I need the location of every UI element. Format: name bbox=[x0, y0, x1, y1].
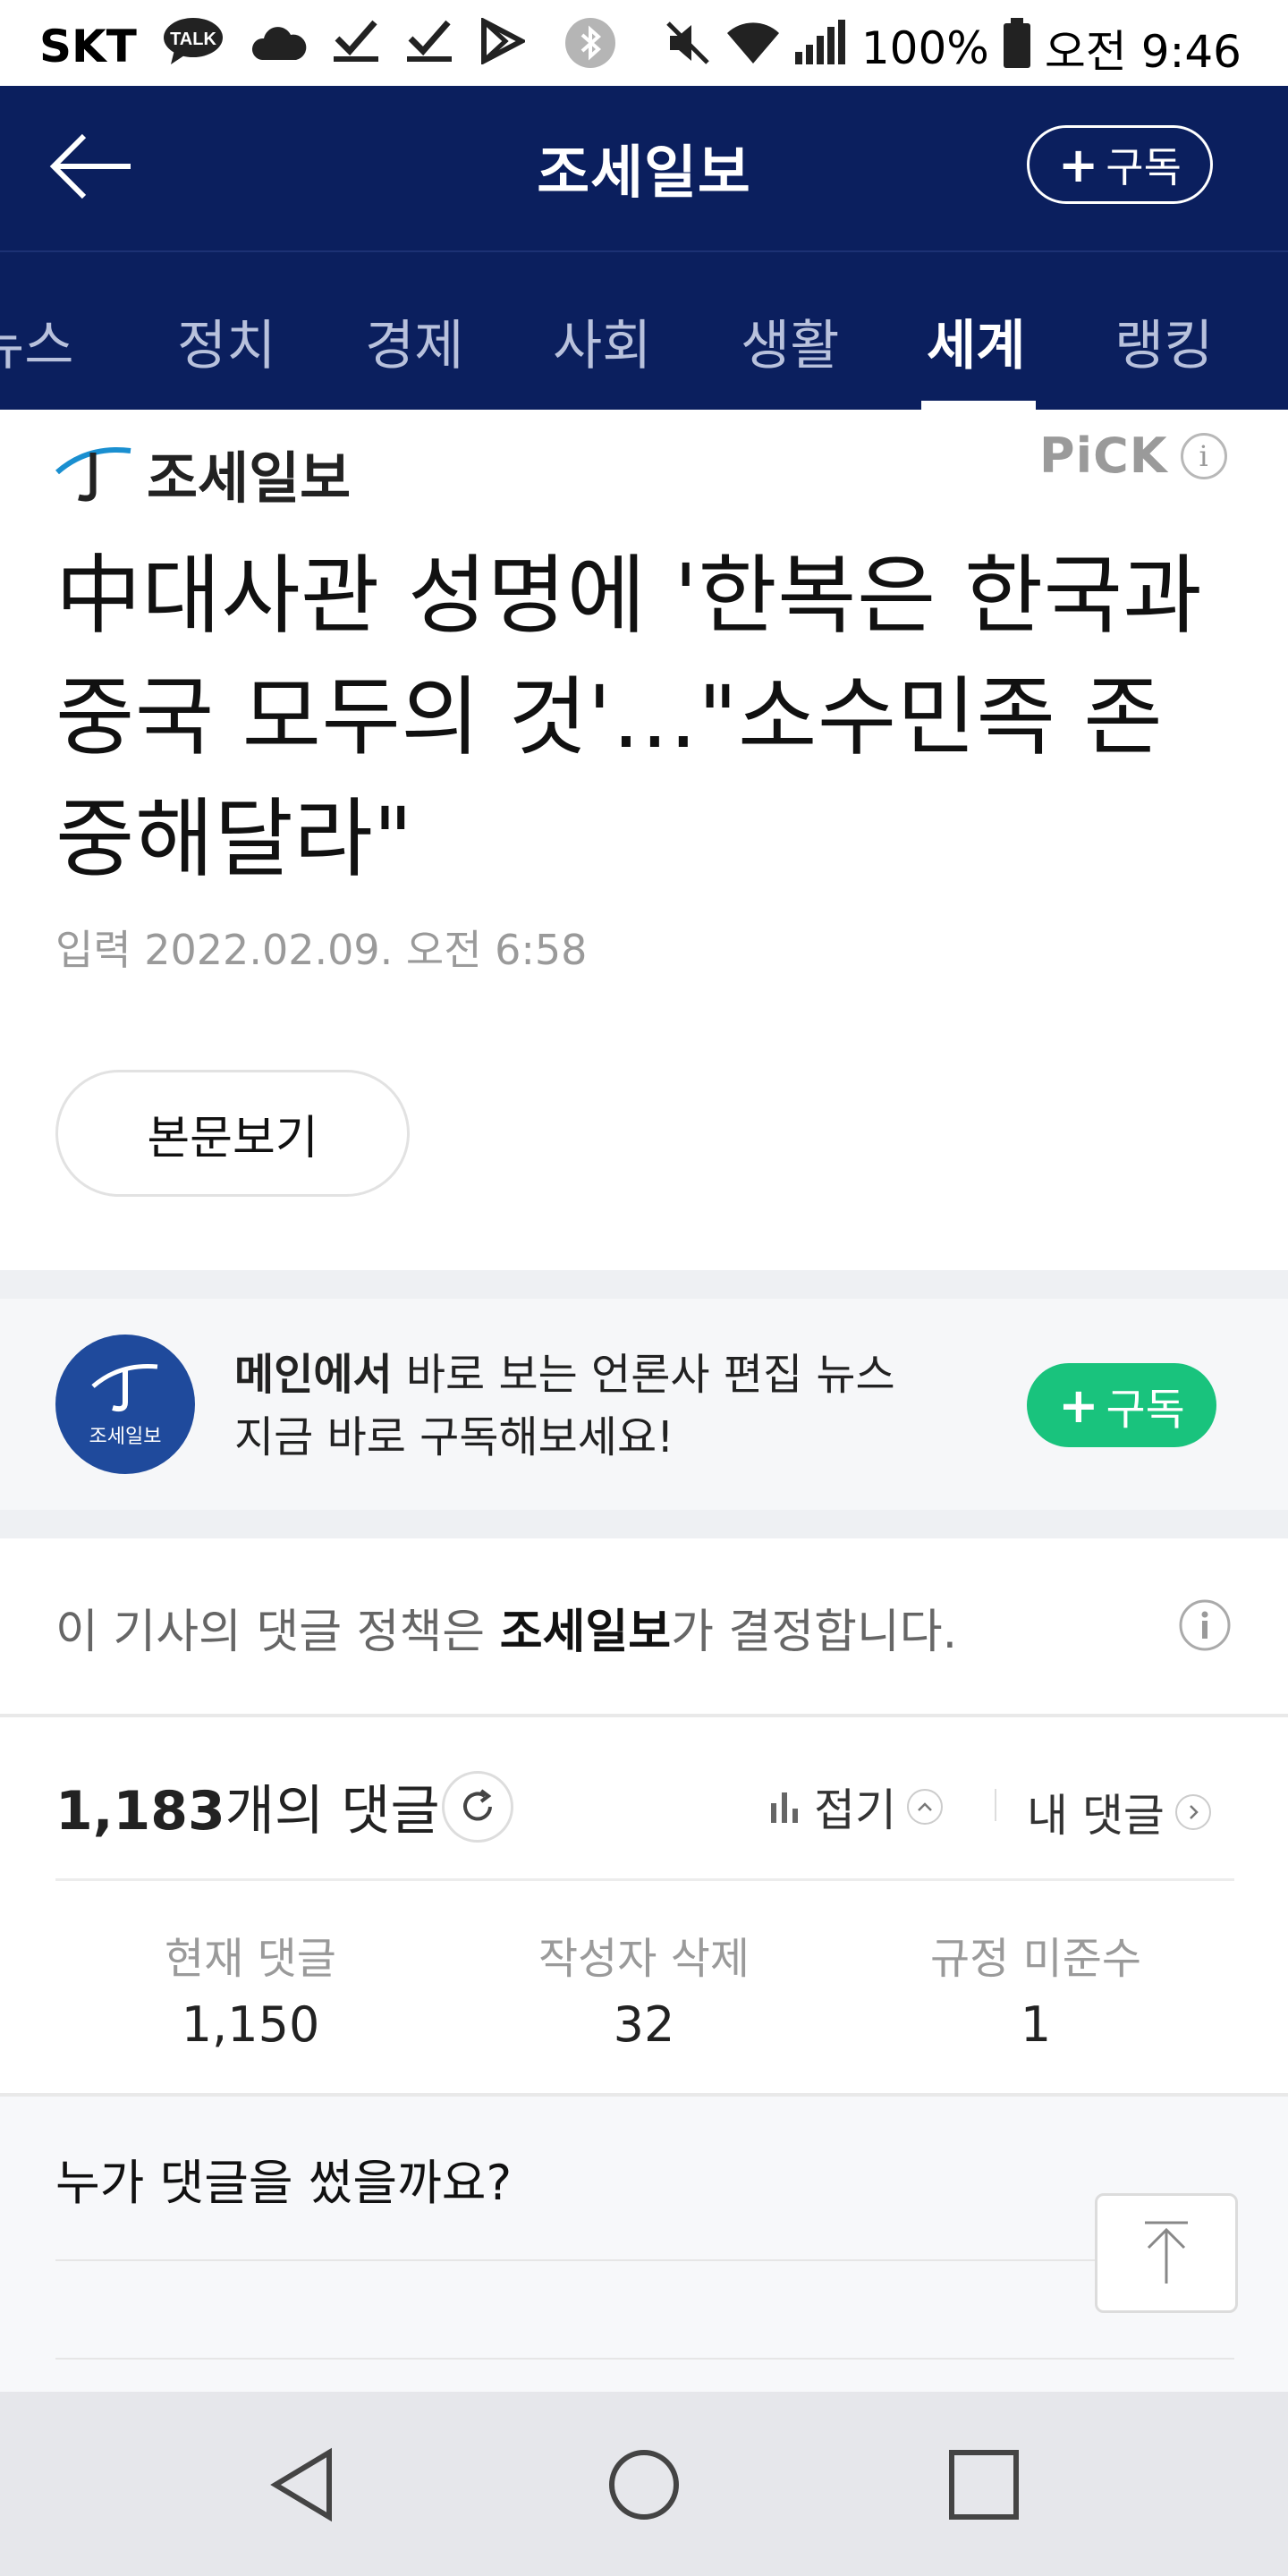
refresh-icon bbox=[463, 1789, 492, 1821]
scroll-to-top-button[interactable] bbox=[1095, 2193, 1238, 2313]
status-bar: SKT TALK 100% 오전 9:46 bbox=[0, 0, 1288, 86]
nav-recents-button[interactable] bbox=[946, 2447, 1021, 2522]
divider bbox=[55, 2358, 1234, 2360]
tab-society[interactable]: 사회 bbox=[553, 302, 651, 380]
promo-subscribe-button[interactable]: + 구독 bbox=[1027, 1363, 1216, 1447]
divider bbox=[55, 2259, 1234, 2261]
play-store-icon bbox=[479, 17, 528, 75]
promo-subscribe-label: 구독 bbox=[1106, 1385, 1185, 1435]
subscribe-label: 구독 bbox=[1106, 143, 1182, 191]
tab-politics[interactable]: 정치 bbox=[177, 302, 275, 380]
my-comments-label: 내 댓글 bbox=[1027, 1790, 1165, 1842]
tab-world[interactable]: 세계 bbox=[927, 302, 1025, 380]
promo-logo-label: 조세일보 bbox=[89, 1426, 162, 1448]
active-tab-indicator bbox=[921, 401, 1036, 410]
info-icon: i bbox=[1180, 432, 1227, 479]
promo-text: 메인에서 바로 보는 언론사 편집 뉴스 지금 바로 구독해보세요! bbox=[234, 1343, 895, 1469]
view-original-button[interactable]: 본문보기 bbox=[55, 1070, 410, 1197]
check-icon bbox=[332, 19, 380, 74]
bluetooth-icon bbox=[564, 17, 616, 80]
chevron-right-icon bbox=[1174, 1794, 1211, 1830]
battery-percent: 100% bbox=[860, 22, 989, 74]
stat-policy-violation: 규정 미준수 1 bbox=[875, 1923, 1197, 2053]
tab-ranking[interactable]: 랭킹 bbox=[1114, 302, 1213, 380]
comment-policy-text: 이 기사의 댓글 정책은 조세일보가 결정합니다. bbox=[55, 1594, 957, 1661]
fold-stats-button[interactable]: 접기 bbox=[767, 1775, 943, 1839]
clock: 오전 9:46 bbox=[1044, 26, 1241, 78]
promo-text-line2: 지금 바로 구독해보세요! bbox=[234, 1412, 674, 1462]
policy-info-icon[interactable] bbox=[1179, 1599, 1231, 1651]
divider bbox=[0, 1714, 1288, 1717]
press-logo-text: 조세일보 bbox=[147, 445, 352, 511]
system-nav-bar bbox=[0, 2392, 1288, 2576]
my-comments-link[interactable]: 내 댓글 bbox=[1027, 1780, 1211, 1844]
press-logo-icon bbox=[91, 1363, 158, 1412]
divider bbox=[55, 1878, 1234, 1881]
cloud-icon bbox=[250, 21, 307, 72]
section-divider bbox=[0, 1270, 1288, 1299]
nav-home-button[interactable] bbox=[606, 2447, 682, 2522]
nav-recents-icon bbox=[949, 2450, 1019, 2520]
promo-text-bold: 메인에서 bbox=[234, 1350, 393, 1400]
article-headline: 中대사관 성명에 '한복은 한국과 중국 모두의 것'…"소수민족 존중해달라" bbox=[55, 546, 1203, 889]
wifi-icon bbox=[725, 21, 781, 76]
nav-home-icon bbox=[609, 2450, 679, 2520]
header-subscribe-button[interactable]: + 구독 bbox=[1027, 125, 1213, 204]
category-tabs: 뉴스 정치 경제 사회 생활 세계 랭킹 bbox=[0, 250, 1288, 410]
tab-economy[interactable]: 경제 bbox=[365, 302, 463, 380]
arrow-up-icon bbox=[1145, 2221, 1188, 2284]
kakaotalk-icon: TALK bbox=[162, 16, 225, 77]
chevron-up-icon bbox=[907, 1789, 943, 1825]
fold-label: 접기 bbox=[814, 1784, 896, 1836]
app-header: 조세일보 + 구독 bbox=[0, 86, 1288, 250]
separator bbox=[995, 1789, 996, 1821]
talk-badge-label: TALK bbox=[170, 30, 216, 49]
stat-author-deleted: 작성자 삭제 32 bbox=[483, 1923, 805, 2053]
promo-press-logo: 조세일보 bbox=[55, 1335, 195, 1474]
nav-back-icon bbox=[270, 2447, 332, 2522]
stat-label: 규정 미준수 bbox=[929, 1934, 1142, 1984]
plus-icon: + bbox=[1058, 1377, 1099, 1434]
battery-icon bbox=[1002, 18, 1032, 79]
who-commented-title: 누가 댓글을 썼을까요? bbox=[55, 2155, 513, 2211]
mute-icon bbox=[663, 18, 713, 79]
press-logo-icon bbox=[55, 447, 131, 502]
stat-value: 1,150 bbox=[181, 1996, 320, 2053]
stat-value: 32 bbox=[613, 1996, 675, 2053]
policy-press: 조세일보 bbox=[499, 1606, 672, 1659]
promo-text-line1: 바로 보는 언론사 편집 뉴스 bbox=[392, 1350, 895, 1400]
stat-label: 작성자 삭제 bbox=[538, 1934, 750, 1984]
press-logo[interactable]: 조세일보 bbox=[52, 433, 351, 513]
tab-news[interactable]: 뉴스 bbox=[0, 302, 73, 380]
carrier-label: SKT bbox=[39, 21, 137, 72]
tab-life[interactable]: 생활 bbox=[741, 302, 839, 380]
section-divider bbox=[0, 1510, 1288, 1538]
bar-chart-icon bbox=[771, 1792, 798, 1823]
comment-count-suffix: 개의 댓글 bbox=[225, 1780, 440, 1843]
nav-back-button[interactable] bbox=[267, 2447, 342, 2522]
stat-label: 현재 댓글 bbox=[165, 1934, 336, 1984]
stat-current-comments: 현재 댓글 1,150 bbox=[89, 1923, 411, 2053]
signal-icon bbox=[793, 20, 849, 77]
comment-count: 1,183개의 댓글 bbox=[55, 1767, 440, 1845]
subscribe-promo: 조세일보 메인에서 바로 보는 언론사 편집 뉴스 지금 바로 구독해보세요! … bbox=[0, 1299, 1288, 1510]
policy-suffix: 가 결정합니다. bbox=[671, 1606, 958, 1659]
pick-badge[interactable]: PiCK i bbox=[1039, 428, 1227, 484]
check-icon bbox=[405, 19, 453, 74]
refresh-button[interactable] bbox=[442, 1771, 513, 1843]
pick-label: PiCK bbox=[1039, 428, 1168, 484]
article-date: 입력 2022.02.09. 오전 6:58 bbox=[55, 926, 588, 974]
stat-value: 1 bbox=[1020, 1996, 1052, 2053]
comment-count-number: 1,183 bbox=[55, 1780, 225, 1843]
policy-prefix: 이 기사의 댓글 정책은 bbox=[55, 1606, 500, 1659]
plus-icon: + bbox=[1058, 136, 1099, 193]
